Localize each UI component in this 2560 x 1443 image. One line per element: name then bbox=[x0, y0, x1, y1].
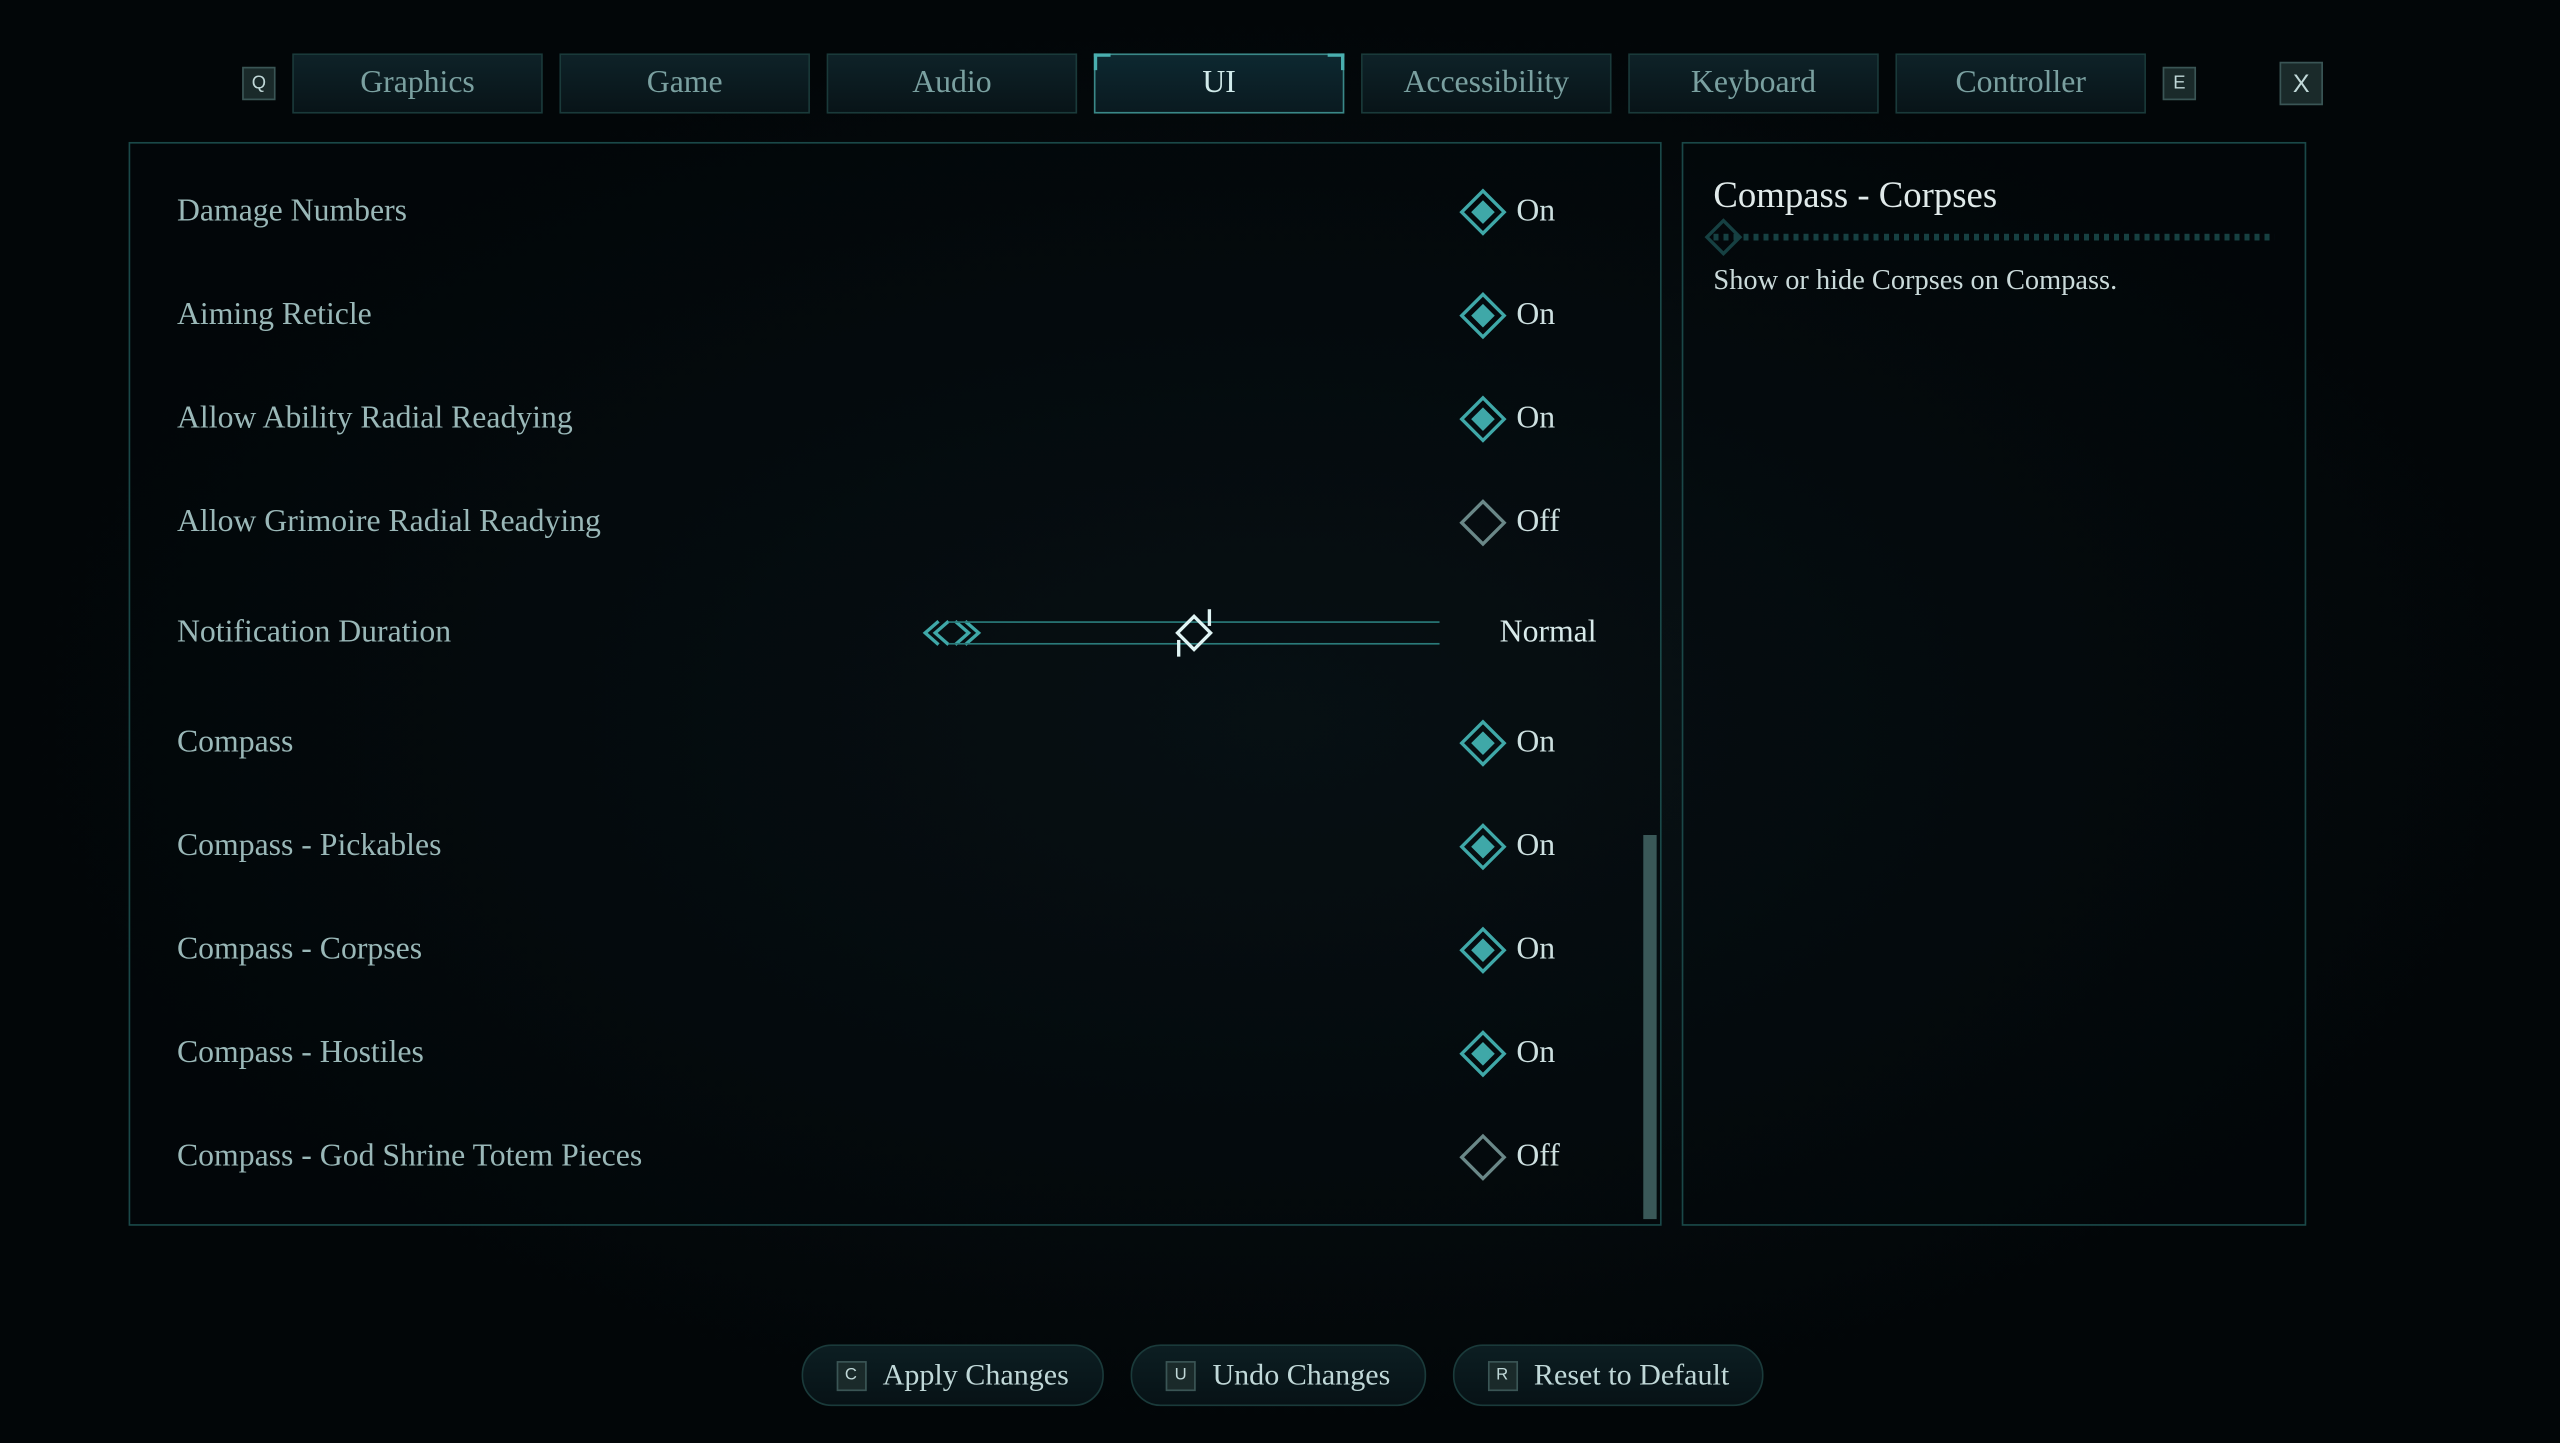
toggle[interactable]: On bbox=[1466, 932, 1616, 969]
toggle-value: On bbox=[1516, 725, 1555, 762]
footer-buttons: C Apply Changes U Undo Changes R Reset t… bbox=[0, 1344, 2560, 1406]
toggle-value: On bbox=[1516, 401, 1555, 438]
toggle[interactable]: Off bbox=[1466, 504, 1616, 541]
slider-handle[interactable] bbox=[1175, 614, 1213, 652]
toggle-value: On bbox=[1516, 828, 1555, 865]
reset-key: R bbox=[1487, 1360, 1517, 1390]
close-button[interactable]: X bbox=[2280, 62, 2323, 105]
option-row[interactable]: Aiming Reticle On bbox=[177, 264, 1617, 368]
diamond-icon bbox=[1459, 188, 1506, 235]
option-row[interactable]: Damage Numbers On bbox=[177, 160, 1617, 264]
tab-graphics[interactable]: Graphics bbox=[292, 53, 543, 113]
option-row[interactable]: Notification Duration Normal bbox=[177, 574, 1617, 691]
tab-accessibility[interactable]: Accessibility bbox=[1361, 53, 1612, 113]
toggle[interactable]: Off bbox=[1466, 1139, 1616, 1176]
diamond-icon bbox=[1459, 1134, 1506, 1181]
description-panel: Compass - Corpses Show or hide Corpses o… bbox=[1682, 142, 2307, 1226]
slider[interactable]: Normal bbox=[915, 615, 1616, 652]
option-row[interactable]: Allow Grimoire Radial Readying Off bbox=[177, 471, 1617, 575]
toggle[interactable]: On bbox=[1466, 297, 1616, 334]
option-label: Allow Ability Radial Readying bbox=[177, 401, 1466, 438]
toggle[interactable]: On bbox=[1466, 194, 1616, 231]
diamond-icon bbox=[1459, 823, 1506, 870]
divider bbox=[1713, 234, 2274, 241]
undo-changes-button[interactable]: U Undo Changes bbox=[1131, 1344, 1426, 1406]
toggle[interactable]: On bbox=[1466, 401, 1616, 438]
tab-ui[interactable]: UI bbox=[1094, 53, 1345, 113]
apply-key: C bbox=[836, 1360, 866, 1390]
toggle-value: On bbox=[1516, 194, 1555, 231]
description-body: Show or hide Corpses on Compass. bbox=[1713, 261, 2274, 301]
option-label: Notification Duration bbox=[177, 615, 915, 652]
tabs-container: Graphics Game Audio UI Accessibility Keyboard… bbox=[292, 53, 2146, 113]
option-label: Compass bbox=[177, 725, 1466, 762]
tab-game[interactable]: Game bbox=[559, 53, 809, 113]
option-label: Compass - Corpses bbox=[177, 932, 1466, 969]
options-panel: Damage NumbersOnAiming ReticleOnAllow Ab… bbox=[129, 142, 1662, 1226]
options-list: Damage NumbersOnAiming ReticleOnAllow Ab… bbox=[177, 160, 1617, 1207]
apply-changes-button[interactable]: C Apply Changes bbox=[801, 1344, 1104, 1406]
undo-key: U bbox=[1166, 1360, 1196, 1390]
reset-default-button[interactable]: R Reset to Default bbox=[1452, 1344, 1764, 1406]
option-row[interactable]: Allow Ability Radial Readying On bbox=[177, 367, 1617, 471]
toggle[interactable]: On bbox=[1466, 725, 1616, 762]
toggle-value: On bbox=[1516, 932, 1555, 969]
toggle-value: Off bbox=[1516, 504, 1559, 541]
option-label: Compass - Hostiles bbox=[177, 1035, 1466, 1072]
option-row[interactable]: Compass - God Shrine Totem Pieces Off bbox=[177, 1106, 1617, 1208]
option-label: Compass - God Shrine Totem Pieces bbox=[177, 1139, 1466, 1176]
description-title: Compass - Corpses bbox=[1713, 174, 2274, 217]
prev-tab-key: Q bbox=[242, 67, 275, 100]
tab-keyboard[interactable]: Keyboard bbox=[1628, 53, 1879, 113]
option-label: Allow Grimoire Radial Readying bbox=[177, 504, 1466, 541]
scroll-thumb[interactable] bbox=[1643, 835, 1656, 1219]
diamond-icon bbox=[1459, 720, 1506, 767]
option-label: Aiming Reticle bbox=[177, 297, 1466, 334]
toggle[interactable]: On bbox=[1466, 1035, 1616, 1072]
slider-value: Normal bbox=[1500, 615, 1617, 652]
diamond-icon bbox=[1459, 396, 1506, 443]
toggle-value: On bbox=[1516, 1035, 1555, 1072]
settings-tab-bar: Q Graphics Game Audio UI Accessibility Keyboa… bbox=[0, 53, 2560, 113]
option-row[interactable]: Compass - Pickables On bbox=[177, 795, 1617, 899]
option-label: Damage Numbers bbox=[177, 194, 1466, 231]
option-row[interactable]: Compass - Hostiles On bbox=[177, 1002, 1617, 1106]
toggle-value: Off bbox=[1516, 1139, 1559, 1176]
diamond-icon bbox=[1459, 292, 1506, 339]
diamond-icon bbox=[1459, 1030, 1506, 1077]
tab-audio[interactable]: Audio bbox=[827, 53, 1078, 113]
option-row[interactable]: Compass - Corpses On bbox=[177, 898, 1617, 1002]
option-row[interactable]: Compass On bbox=[177, 691, 1617, 795]
diamond-icon bbox=[1459, 927, 1506, 974]
option-label: Compass - Pickables bbox=[177, 828, 1466, 865]
toggle-value: On bbox=[1516, 297, 1555, 334]
scrollbar[interactable] bbox=[1643, 147, 1656, 1221]
diamond-icon bbox=[1459, 499, 1506, 546]
tab-controller[interactable]: Controller bbox=[1895, 53, 2146, 113]
chevron-left-icon[interactable] bbox=[915, 615, 952, 652]
apply-label: Apply Changes bbox=[883, 1358, 1069, 1393]
undo-label: Undo Changes bbox=[1212, 1358, 1390, 1393]
next-tab-key: E bbox=[2163, 67, 2196, 100]
reset-label: Reset to Default bbox=[1534, 1358, 1729, 1393]
toggle[interactable]: On bbox=[1466, 828, 1616, 865]
